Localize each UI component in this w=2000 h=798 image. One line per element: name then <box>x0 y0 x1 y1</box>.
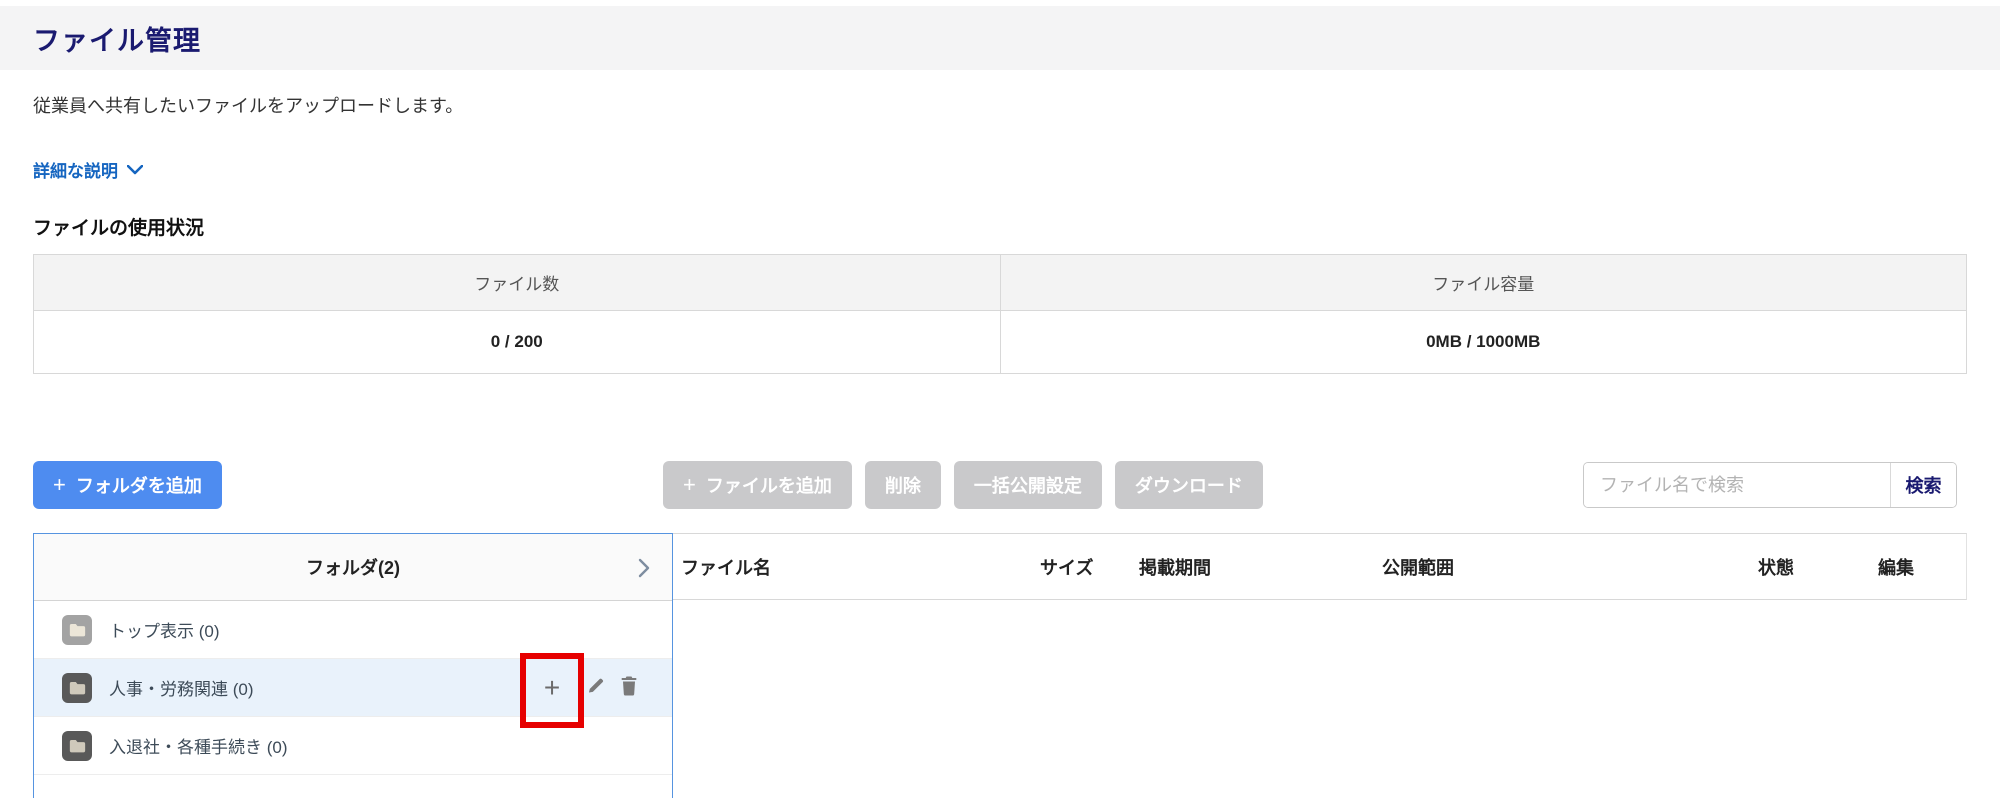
usage-column-file-capacity: ファイル容量 <box>999 255 1967 310</box>
column-size: サイズ <box>1040 557 1094 578</box>
delete-folder-icon[interactable] <box>620 675 638 700</box>
bulk-publish-label: 一括公開設定 <box>973 476 1082 496</box>
folder-icon <box>62 672 92 703</box>
usage-column-file-count: ファイル数 <box>474 275 560 294</box>
page-header-band: ファイル管理 <box>0 6 2000 70</box>
add-file-button[interactable]: + ファイルを追加 <box>663 461 852 509</box>
usage-table: ファイル数 ファイル容量 0 / 200 0MB / 1000MB <box>33 254 1967 374</box>
download-label: ダウンロード <box>1134 476 1243 496</box>
page-description: 従業員へ共有したいファイルをアップロードします。 <box>33 96 464 116</box>
plus-icon: + <box>53 472 66 497</box>
search-input[interactable] <box>1584 463 1890 507</box>
delete-label: 削除 <box>884 476 921 496</box>
edit-folder-icon[interactable] <box>586 675 606 700</box>
folder-icon <box>62 614 92 645</box>
chevron-right-icon[interactable] <box>638 558 650 578</box>
usage-value-file-count: 0 / 200 <box>490 332 543 351</box>
search-button[interactable]: 検索 <box>1890 463 1956 507</box>
usage-table-head: ファイル数 ファイル容量 <box>34 255 1966 311</box>
file-table-header: ファイル名 サイズ 掲載期間 公開範囲 状態 編集 <box>673 533 1967 600</box>
column-publish-scope: 公開範囲 <box>1382 557 1454 578</box>
plus-icon: + <box>683 472 696 497</box>
usage-value-file-capacity: 0MB / 1000MB <box>999 311 1967 373</box>
folder-icon <box>62 730 92 761</box>
file-table: ファイル名 サイズ 掲載期間 公開範囲 状態 編集 <box>673 533 1967 600</box>
file-search-group: 検索 <box>1583 462 1957 508</box>
usage-table-values: 0 / 200 0MB / 1000MB <box>34 311 1966 373</box>
folder-label: トップ表示 (0) <box>109 622 220 641</box>
details-toggle-link[interactable]: 詳細な説明 <box>33 157 143 182</box>
add-subfolder-icon[interactable]: + <box>537 672 567 704</box>
column-posting-period: 掲載期間 <box>1139 557 1211 578</box>
folder-panel: フォルダ(2) トップ表示 (0) 人事・労務関連 (0) + 入退社・各種手続… <box>33 533 673 798</box>
add-folder-label: フォルダを追加 <box>75 476 202 496</box>
folder-panel-title: フォルダ(2) <box>306 558 400 578</box>
add-file-label: ファイルを追加 <box>705 476 832 496</box>
folder-row-onboarding[interactable]: 入退社・各種手続き (0) <box>34 717 672 775</box>
folder-label: 人事・労務関連 (0) <box>109 680 254 699</box>
folder-panel-header: フォルダ(2) <box>34 534 672 601</box>
usage-section-title: ファイルの使用状況 <box>33 218 205 239</box>
delete-button[interactable]: 削除 <box>864 461 941 509</box>
folder-row-hr-labor[interactable]: 人事・労務関連 (0) + <box>34 659 672 717</box>
chevron-down-icon <box>127 164 143 174</box>
column-file-name: ファイル名 <box>681 557 771 578</box>
download-button[interactable]: ダウンロード <box>1114 461 1263 509</box>
page-title: ファイル管理 <box>33 25 201 56</box>
column-edit: 編集 <box>1878 557 1914 578</box>
details-toggle-label: 詳細な説明 <box>33 162 118 181</box>
column-status: 状態 <box>1758 557 1794 578</box>
file-actions-group: + ファイルを追加 削除 一括公開設定 ダウンロード <box>663 461 1263 509</box>
folder-row-top-display[interactable]: トップ表示 (0) <box>34 601 672 659</box>
main-content: フォルダ(2) トップ表示 (0) 人事・労務関連 (0) + 入退社・各種手続… <box>0 533 2000 798</box>
folder-label: 入退社・各種手続き (0) <box>109 738 288 757</box>
add-folder-button[interactable]: + フォルダを追加 <box>33 461 222 509</box>
bulk-publish-button[interactable]: 一括公開設定 <box>953 461 1102 509</box>
